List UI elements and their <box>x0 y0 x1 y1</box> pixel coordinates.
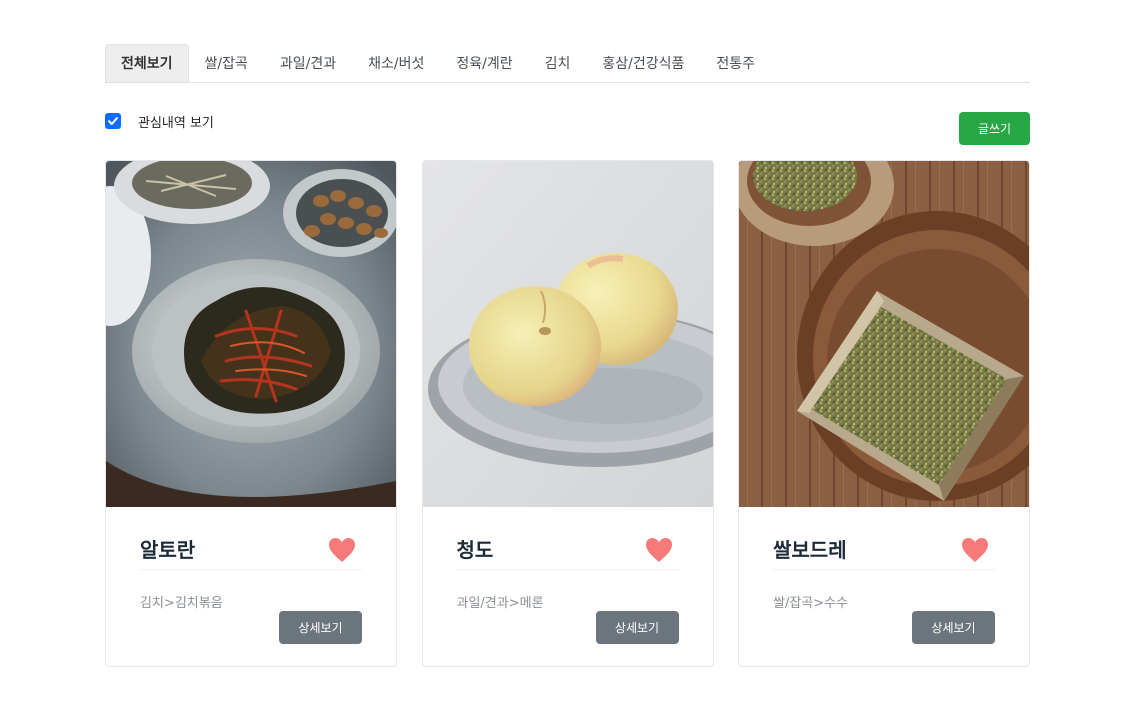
product-title: 청도 <box>456 538 494 562</box>
heart-icon[interactable] <box>328 537 356 563</box>
tab-fruit-nuts[interactable]: 과일/견과 <box>264 44 352 82</box>
detail-button[interactable]: 상세보기 <box>279 611 362 644</box>
product-title: 알토란 <box>140 538 196 562</box>
product-category: 과일/견과>메론 <box>456 596 544 611</box>
card-divider <box>773 569 995 570</box>
card-body: 청도 과일/견과>메론 상세보기 <box>423 507 713 666</box>
tab-kimchi[interactable]: 김치 <box>529 44 587 82</box>
check-icon <box>108 116 118 125</box>
toolbar: 관심내역 보기 글쓰기 <box>105 83 1030 160</box>
product-category: 쌀/잡곡>수수 <box>773 596 849 611</box>
card-body: 쌀보드레 쌀/잡곡>수수 상세보기 <box>739 507 1029 666</box>
heart-icon[interactable] <box>645 537 673 563</box>
product-title: 쌀보드레 <box>773 538 847 562</box>
product-image <box>739 161 1029 507</box>
detail-button[interactable]: 상세보기 <box>595 611 679 644</box>
interest-checkbox[interactable] <box>105 112 121 129</box>
tab-rice-grain[interactable]: 쌀/잡곡 <box>189 44 264 82</box>
tab-all[interactable]: 전체보기 <box>105 44 189 82</box>
tab-ginseng-health[interactable]: 홍삼/건강식품 <box>586 44 700 82</box>
product-card: 청도 과일/견과>메론 상세보기 <box>421 160 714 667</box>
product-card: 알토란 김치>김치볶음 상세보기 <box>105 160 397 667</box>
product-image <box>422 161 713 507</box>
write-button[interactable]: 글쓰기 <box>959 112 1030 145</box>
product-card: 쌀보드레 쌀/잡곡>수수 상세보기 <box>738 160 1030 667</box>
interest-filter[interactable]: 관심내역 보기 <box>105 111 214 131</box>
product-category: 김치>김치볶음 <box>140 596 223 611</box>
card-divider <box>456 569 679 570</box>
card-divider <box>140 569 362 570</box>
detail-button[interactable]: 상세보기 <box>912 611 995 644</box>
tab-meat-egg[interactable]: 정육/계란 <box>440 44 528 82</box>
tab-vegetable-mushroom[interactable]: 채소/버섯 <box>352 44 440 82</box>
product-image <box>106 161 396 507</box>
tab-traditional-liquor[interactable]: 전통주 <box>700 44 771 82</box>
product-grid: 알토란 김치>김치볶음 상세보기 청도 과일/견과>메론 상세보기 쌀보드레 쌀… <box>105 160 1030 667</box>
interest-checkbox-label: 관심내역 보기 <box>138 116 214 131</box>
card-body: 알토란 김치>김치볶음 상세보기 <box>106 507 396 666</box>
category-tabs: 전체보기 쌀/잡곡 과일/견과 채소/버섯 정육/계란 김치 홍삼/건강식품 전… <box>105 44 1030 83</box>
main-container: 전체보기 쌀/잡곡 과일/견과 채소/버섯 정육/계란 김치 홍삼/건강식품 전… <box>105 44 1030 667</box>
heart-icon[interactable] <box>961 537 989 563</box>
